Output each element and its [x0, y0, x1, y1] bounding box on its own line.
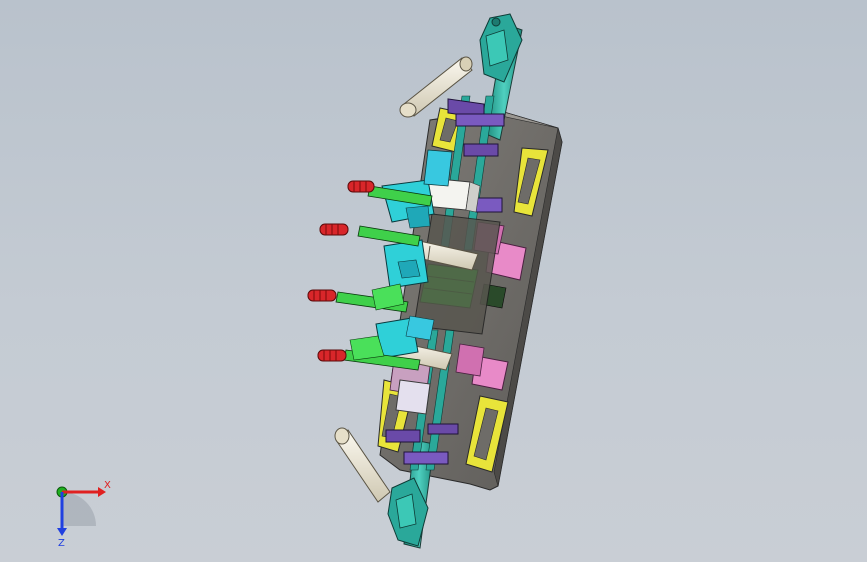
cyan-clamp-2 — [383, 239, 429, 289]
red-spring-4 — [317, 349, 347, 362]
red-spring-3 — [307, 289, 337, 302]
z-axis-label: Z — [58, 538, 65, 548]
red-spring-2 — [319, 223, 349, 236]
red-spring-1 — [347, 180, 375, 193]
green-clamp-arm-2 — [335, 283, 409, 313]
triad-plane — [62, 492, 96, 526]
orientation-triad: X Z — [56, 480, 111, 548]
cad-viewport[interactable] — [0, 0, 867, 562]
x-axis-label: X — [104, 480, 111, 491]
white-box-lower — [395, 379, 431, 415]
z-axis-arrow — [57, 528, 67, 536]
top-toggle-clamp — [479, 13, 523, 83]
